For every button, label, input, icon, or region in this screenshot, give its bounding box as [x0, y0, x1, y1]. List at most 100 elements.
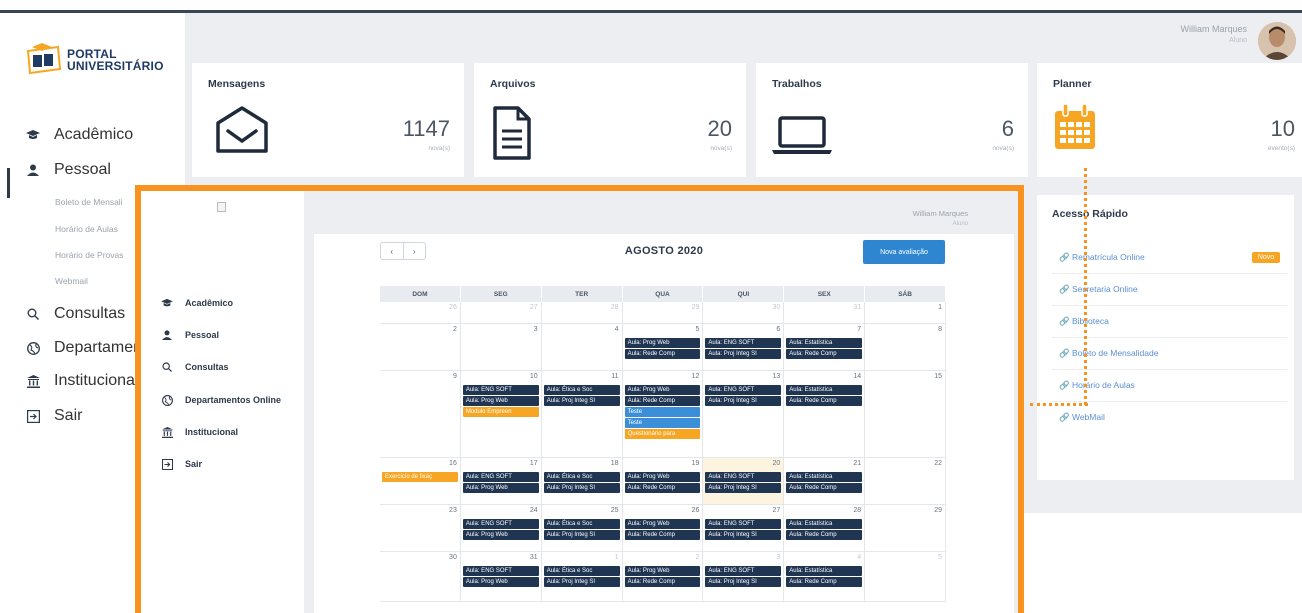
calendar-event[interactable]: Teste	[624, 418, 701, 428]
card-arquivos[interactable]: Arquivos 20 nova(s)	[474, 63, 746, 177]
calendar-day-cell[interactable]: 27	[460, 302, 542, 324]
overlay-nav-institucional[interactable]: Institucional	[161, 426, 238, 438]
calendar-event[interactable]: Aula: Prog Web	[462, 577, 539, 587]
calendar-day-cell[interactable]: 26 Aula: Prog Web Aula: Rede Comp	[622, 505, 704, 552]
calendar-day-cell[interactable]: 15	[865, 371, 946, 458]
calendar-day-cell[interactable]: 12 Aula: Prog Web Aula: Rede Comp Teste Test…	[622, 371, 704, 458]
overlay-nav-consultas[interactable]: Consultas	[161, 361, 229, 373]
calendar-event[interactable]: Aula: Prog Web	[624, 338, 701, 348]
calendar-day-cell[interactable]: 23	[380, 505, 461, 552]
calendar-day-cell[interactable]: 5	[865, 552, 946, 602]
calendar-day-cell[interactable]: 4	[541, 324, 623, 371]
calendar-day-cell[interactable]: 8	[865, 324, 946, 371]
calendar-event[interactable]: Aula: Ética e Soc	[543, 385, 620, 395]
calendar-day-cell[interactable]: 22	[865, 458, 946, 505]
calendar-day-cell[interactable]: 19 Aula: Prog Web Aula: Rede Comp	[622, 458, 704, 505]
calendar-event[interactable]: Aula: ENG SOFT	[705, 519, 782, 529]
calendar-day-cell[interactable]: 5 Aula: Prog Web Aula: Rede Comp	[622, 324, 704, 371]
calendar-day-cell[interactable]: 6 Aula: ENG SOFT Aula: Proj Integ SI	[703, 324, 785, 371]
subitem-horario-aulas[interactable]: Horário de Aulas	[55, 224, 118, 234]
calendar-event[interactable]: Aula: Prog Web	[462, 483, 539, 493]
calendar-event[interactable]: Aula: Prog Web	[624, 472, 701, 482]
calendar-event[interactable]: Aula: Rede Comp	[786, 530, 863, 540]
calendar-day-cell[interactable]: 9	[380, 371, 461, 458]
calendar-day-cell[interactable]: 20 Aula: ENG SOFT Aula: Proj Integ SI	[703, 458, 785, 505]
calendar-event[interactable]: Aula: Rede Comp	[624, 530, 701, 540]
quick-link-horario[interactable]: 🔗 Horário de Aulas	[1059, 380, 1135, 391]
calendar-day-cell[interactable]: 18 Aula: Ética e Soc Aula: Proj Integ SI	[541, 458, 623, 505]
calendar-event[interactable]: Aula: ENG SOFT	[462, 385, 539, 395]
calendar-event[interactable]: Aula: Rede Comp	[786, 349, 863, 359]
overlay-nav-academico[interactable]: Acadêmico	[161, 297, 233, 309]
calendar-event[interactable]: Aula: Proj Integ SI	[543, 396, 620, 406]
sidebar-item-pessoal[interactable]: Pessoal	[26, 160, 111, 180]
calendar-day-cell[interactable]: 2 Aula: Prog Web Aula: Rede Comp	[622, 552, 704, 602]
subitem-webmail[interactable]: Webmail	[55, 276, 88, 286]
calendar-day-cell[interactable]: 29	[865, 505, 946, 552]
calendar-day-cell[interactable]: 29	[622, 302, 704, 324]
calendar-day-cell[interactable]: 31	[784, 302, 866, 324]
logo[interactable]: PORTAL UNIVERSITÁRIO	[24, 43, 164, 77]
calendar-event[interactable]: Aula: Ética e Soc	[543, 472, 620, 482]
overlay-nav-sair[interactable]: Sair	[161, 458, 202, 470]
calendar-day-cell[interactable]: 26	[380, 302, 461, 324]
calendar-event[interactable]: Aula: Proj Integ SI	[543, 577, 620, 587]
calendar-day-cell[interactable]: 16 Exercício de fixaç	[380, 458, 461, 505]
calendar-day-cell[interactable]: 1 Aula: Ética e Soc Aula: Proj Integ SI	[541, 552, 623, 602]
calendar-event[interactable]: Aula: Rede Comp	[624, 349, 701, 359]
new-evaluation-button[interactable]: Nova avaliação	[863, 240, 945, 264]
calendar-event[interactable]: Aula: ENG SOFT	[705, 338, 782, 348]
calendar-event[interactable]: Aula: Estatística	[786, 519, 863, 529]
calendar-event[interactable]: Aula: Proj Integ SI	[705, 530, 782, 540]
subitem-horario-provas[interactable]: Horário de Provas	[55, 250, 124, 260]
calendar-event[interactable]: Aula: ENG SOFT	[462, 472, 539, 482]
calendar-event[interactable]: Questionário para	[624, 429, 701, 439]
calendar-event[interactable]: Aula: Ética e Soc	[543, 566, 620, 576]
calendar-event[interactable]: Aula: ENG SOFT	[705, 385, 782, 395]
sidebar-item-institucional[interactable]: Institucional	[26, 371, 139, 391]
sidebar-item-sair[interactable]: Sair	[26, 406, 82, 426]
card-trabalhos[interactable]: Trabalhos 6 nova(s)	[756, 63, 1028, 177]
calendar-event[interactable]: Aula: ENG SOFT	[705, 472, 782, 482]
calendar-event[interactable]: Aula: Estatística	[786, 385, 863, 395]
calendar-event[interactable]: Aula: Rede Comp	[624, 483, 701, 493]
calendar-event[interactable]: Aula: Proj Integ SI	[705, 396, 782, 406]
calendar-day-cell[interactable]: 25 Aula: Ética e Soc Aula: Proj Integ SI	[541, 505, 623, 552]
calendar-day-cell[interactable]: 1	[865, 302, 946, 324]
calendar-event[interactable]: Aula: Prog Web	[624, 385, 701, 395]
calendar-event[interactable]: Aula: Prog Web	[462, 396, 539, 406]
calendar-day-cell[interactable]: 27 Aula: ENG SOFT Aula: Proj Integ SI	[703, 505, 785, 552]
quick-link-secretaria[interactable]: 🔗 Secretaria Online	[1059, 284, 1138, 295]
card-planner[interactable]: Planner 10 evento(s)	[1037, 63, 1302, 177]
overlay-nav-pessoal[interactable]: Pessoal	[161, 329, 219, 341]
calendar-event[interactable]: Aula: Proj Integ SI	[543, 483, 620, 493]
overlay-nav-departamentos[interactable]: Departamentos Online	[161, 394, 281, 406]
calendar-event[interactable]: Exercício de fixaç	[382, 472, 458, 482]
calendar-event[interactable]: Aula: Proj Integ SI	[705, 349, 782, 359]
calendar-event[interactable]: Modulo Empreen	[462, 407, 539, 417]
calendar-day-cell[interactable]: 14 Aula: Estatística Aula: Rede Comp	[784, 371, 866, 458]
calendar-day-cell[interactable]: 21 Aula: Estatística Aula: Rede Comp	[784, 458, 866, 505]
quick-link-webmail[interactable]: 🔗 WebMail	[1059, 412, 1105, 423]
sidebar-item-academico[interactable]: Acadêmico	[26, 125, 133, 145]
calendar-event[interactable]: Aula: Proj Integ SI	[543, 530, 620, 540]
calendar-event[interactable]: Aula: Rede Comp	[624, 396, 701, 406]
calendar-event[interactable]: Aula: Estatística	[786, 338, 863, 348]
calendar-event[interactable]: Aula: Rede Comp	[786, 396, 863, 406]
calendar-day-cell[interactable]: 28 Aula: Estatística Aula: Rede Comp	[784, 505, 866, 552]
calendar-day-cell[interactable]: 3	[460, 324, 542, 371]
calendar-day-cell[interactable]: 24 Aula: ENG SOFT Aula: Prog Web	[460, 505, 542, 552]
calendar-event[interactable]: Aula: ENG SOFT	[705, 566, 782, 576]
quick-link-boleto[interactable]: 🔗 Boleto de Mensalidade	[1059, 348, 1158, 359]
calendar-day-cell[interactable]: 7 Aula: Estatística Aula: Rede Comp	[784, 324, 866, 371]
calendar-event[interactable]: Aula: Prog Web	[624, 519, 701, 529]
calendar-day-cell[interactable]: 17 Aula: ENG SOFT Aula: Prog Web	[460, 458, 542, 505]
calendar-day-cell[interactable]: 10 Aula: ENG SOFT Aula: Prog Web Modulo Emp…	[460, 371, 542, 458]
calendar-day-cell[interactable]: 28	[541, 302, 623, 324]
calendar-event[interactable]: Aula: Prog Web	[462, 530, 539, 540]
calendar-day-cell[interactable]: 30	[703, 302, 785, 324]
avatar[interactable]	[1258, 22, 1296, 60]
calendar-event[interactable]: Aula: ENG SOFT	[462, 566, 539, 576]
calendar-event[interactable]: Aula: Rede Comp	[624, 577, 701, 587]
calendar-event[interactable]: Aula: Ética e Soc	[543, 519, 620, 529]
